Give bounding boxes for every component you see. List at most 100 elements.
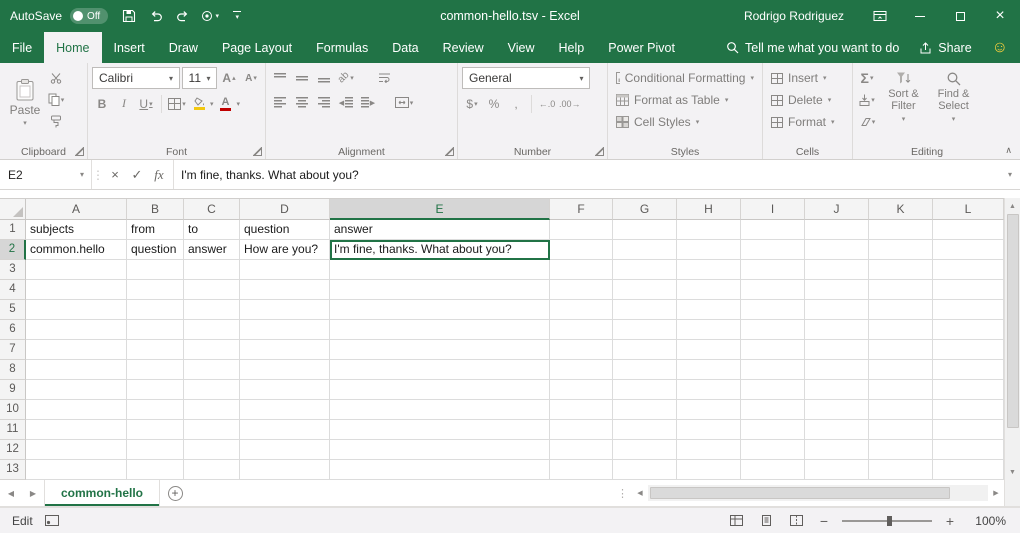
row-header-3[interactable]: 3 — [0, 260, 26, 280]
find-select-button[interactable]: Find & Select ▾ — [930, 67, 977, 132]
cell-K9[interactable] — [869, 380, 933, 400]
cell-L7[interactable] — [933, 340, 1004, 360]
cell-J11[interactable] — [805, 420, 869, 440]
cell-I11[interactable] — [741, 420, 805, 440]
shrink-font-button[interactable]: A▾ — [241, 68, 261, 89]
cell-I4[interactable] — [741, 280, 805, 300]
cell-J2[interactable] — [805, 240, 869, 260]
cell-B2[interactable]: question — [127, 240, 184, 260]
cell-E3[interactable] — [330, 260, 550, 280]
touch-mouse-mode-button[interactable]: ▾ — [198, 3, 222, 29]
font-color-button[interactable]: A ▾ — [216, 93, 241, 114]
column-header-A[interactable]: A — [26, 199, 127, 220]
cell-K10[interactable] — [869, 400, 933, 420]
autosave-toggle[interactable]: Off — [70, 8, 108, 24]
borders-button[interactable]: ▾ — [167, 93, 187, 114]
cell-I7[interactable] — [741, 340, 805, 360]
cell-C10[interactable] — [184, 400, 240, 420]
cell-D12[interactable] — [240, 440, 330, 460]
cell-F9[interactable] — [550, 380, 613, 400]
cell-E4[interactable] — [330, 280, 550, 300]
column-header-K[interactable]: K — [869, 199, 933, 220]
cell-D6[interactable] — [240, 320, 330, 340]
cell-H11[interactable] — [677, 420, 741, 440]
cell-G13[interactable] — [613, 460, 677, 480]
format-cells-button[interactable]: Format ▾ — [767, 111, 848, 133]
cell-D8[interactable] — [240, 360, 330, 380]
tab-review[interactable]: Review — [431, 32, 496, 63]
delete-cells-button[interactable]: Delete ▾ — [767, 89, 848, 111]
fill-color-button[interactable]: ▾ — [189, 93, 214, 114]
cell-F2[interactable] — [550, 240, 613, 260]
row-header-9[interactable]: 9 — [0, 380, 26, 400]
formula-input[interactable]: I'm fine, thanks. What about you? — [174, 160, 1000, 189]
row-header-13[interactable]: 13 — [0, 460, 26, 480]
cell-F8[interactable] — [550, 360, 613, 380]
column-header-I[interactable]: I — [741, 199, 805, 220]
cell-G5[interactable] — [613, 300, 677, 320]
cell-C3[interactable] — [184, 260, 240, 280]
cell-L2[interactable] — [933, 240, 1004, 260]
font-name-combo[interactable]: Calibri ▾ — [92, 67, 180, 89]
name-box[interactable]: E2 ▾ — [0, 160, 92, 189]
cell-C2[interactable]: answer — [184, 240, 240, 260]
tab-home[interactable]: Home — [44, 32, 101, 63]
orientation-button[interactable]: ab▾ — [336, 67, 356, 88]
cell-J13[interactable] — [805, 460, 869, 480]
row-header-12[interactable]: 12 — [0, 440, 26, 460]
cell-A11[interactable] — [26, 420, 127, 440]
ribbon-display-options-button[interactable] — [860, 0, 900, 32]
row-header-5[interactable]: 5 — [0, 300, 26, 320]
cell-A9[interactable] — [26, 380, 127, 400]
row-header-11[interactable]: 11 — [0, 420, 26, 440]
cell-D4[interactable] — [240, 280, 330, 300]
cell-E9[interactable] — [330, 380, 550, 400]
maximize-button[interactable] — [940, 0, 980, 32]
cell-A2[interactable]: common.hello — [26, 240, 127, 260]
sort-filter-button[interactable]: Sort & Filter ▾ — [880, 67, 927, 132]
cell-E12[interactable] — [330, 440, 550, 460]
tab-power-pivot[interactable]: Power Pivot — [596, 32, 687, 63]
cell-C7[interactable] — [184, 340, 240, 360]
wrap-text-button[interactable] — [374, 67, 394, 88]
cell-G6[interactable] — [613, 320, 677, 340]
cell-F13[interactable] — [550, 460, 613, 480]
formula-bar-handle[interactable]: ⋮ — [92, 160, 104, 189]
column-header-D[interactable]: D — [240, 199, 330, 220]
cell-G11[interactable] — [613, 420, 677, 440]
cell-H9[interactable] — [677, 380, 741, 400]
vertical-scrollbar[interactable]: ▲ ▼ — [1004, 198, 1020, 480]
cell-A7[interactable] — [26, 340, 127, 360]
cell-B4[interactable] — [127, 280, 184, 300]
cell-H4[interactable] — [677, 280, 741, 300]
zoom-in-button[interactable]: + — [942, 513, 958, 529]
cell-A8[interactable] — [26, 360, 127, 380]
cell-A12[interactable] — [26, 440, 127, 460]
cell-G10[interactable] — [613, 400, 677, 420]
scroll-down-icon[interactable]: ▼ — [1005, 464, 1020, 480]
align-right-button[interactable] — [314, 92, 334, 113]
accounting-format-button[interactable]: $▾ — [462, 93, 482, 114]
cell-E8[interactable] — [330, 360, 550, 380]
cell-F7[interactable] — [550, 340, 613, 360]
share-button[interactable]: Share — [919, 41, 971, 55]
cell-D5[interactable] — [240, 300, 330, 320]
cell-D7[interactable] — [240, 340, 330, 360]
cell-I8[interactable] — [741, 360, 805, 380]
cell-A10[interactable] — [26, 400, 127, 420]
cell-A6[interactable] — [26, 320, 127, 340]
conditional-formatting-button[interactable]: Conditional Formatting ▾ — [612, 67, 758, 89]
cell-I13[interactable] — [741, 460, 805, 480]
cell-H5[interactable] — [677, 300, 741, 320]
cell-L11[interactable] — [933, 420, 1004, 440]
cell-G7[interactable] — [613, 340, 677, 360]
cell-I5[interactable] — [741, 300, 805, 320]
cell-F12[interactable] — [550, 440, 613, 460]
cell-C12[interactable] — [184, 440, 240, 460]
tab-page-layout[interactable]: Page Layout — [210, 32, 304, 63]
cell-B13[interactable] — [127, 460, 184, 480]
cell-C11[interactable] — [184, 420, 240, 440]
format-as-table-button[interactable]: Format as Table ▾ — [612, 89, 758, 111]
grow-font-button[interactable]: A▴ — [219, 68, 239, 89]
column-header-L[interactable]: L — [933, 199, 1004, 220]
